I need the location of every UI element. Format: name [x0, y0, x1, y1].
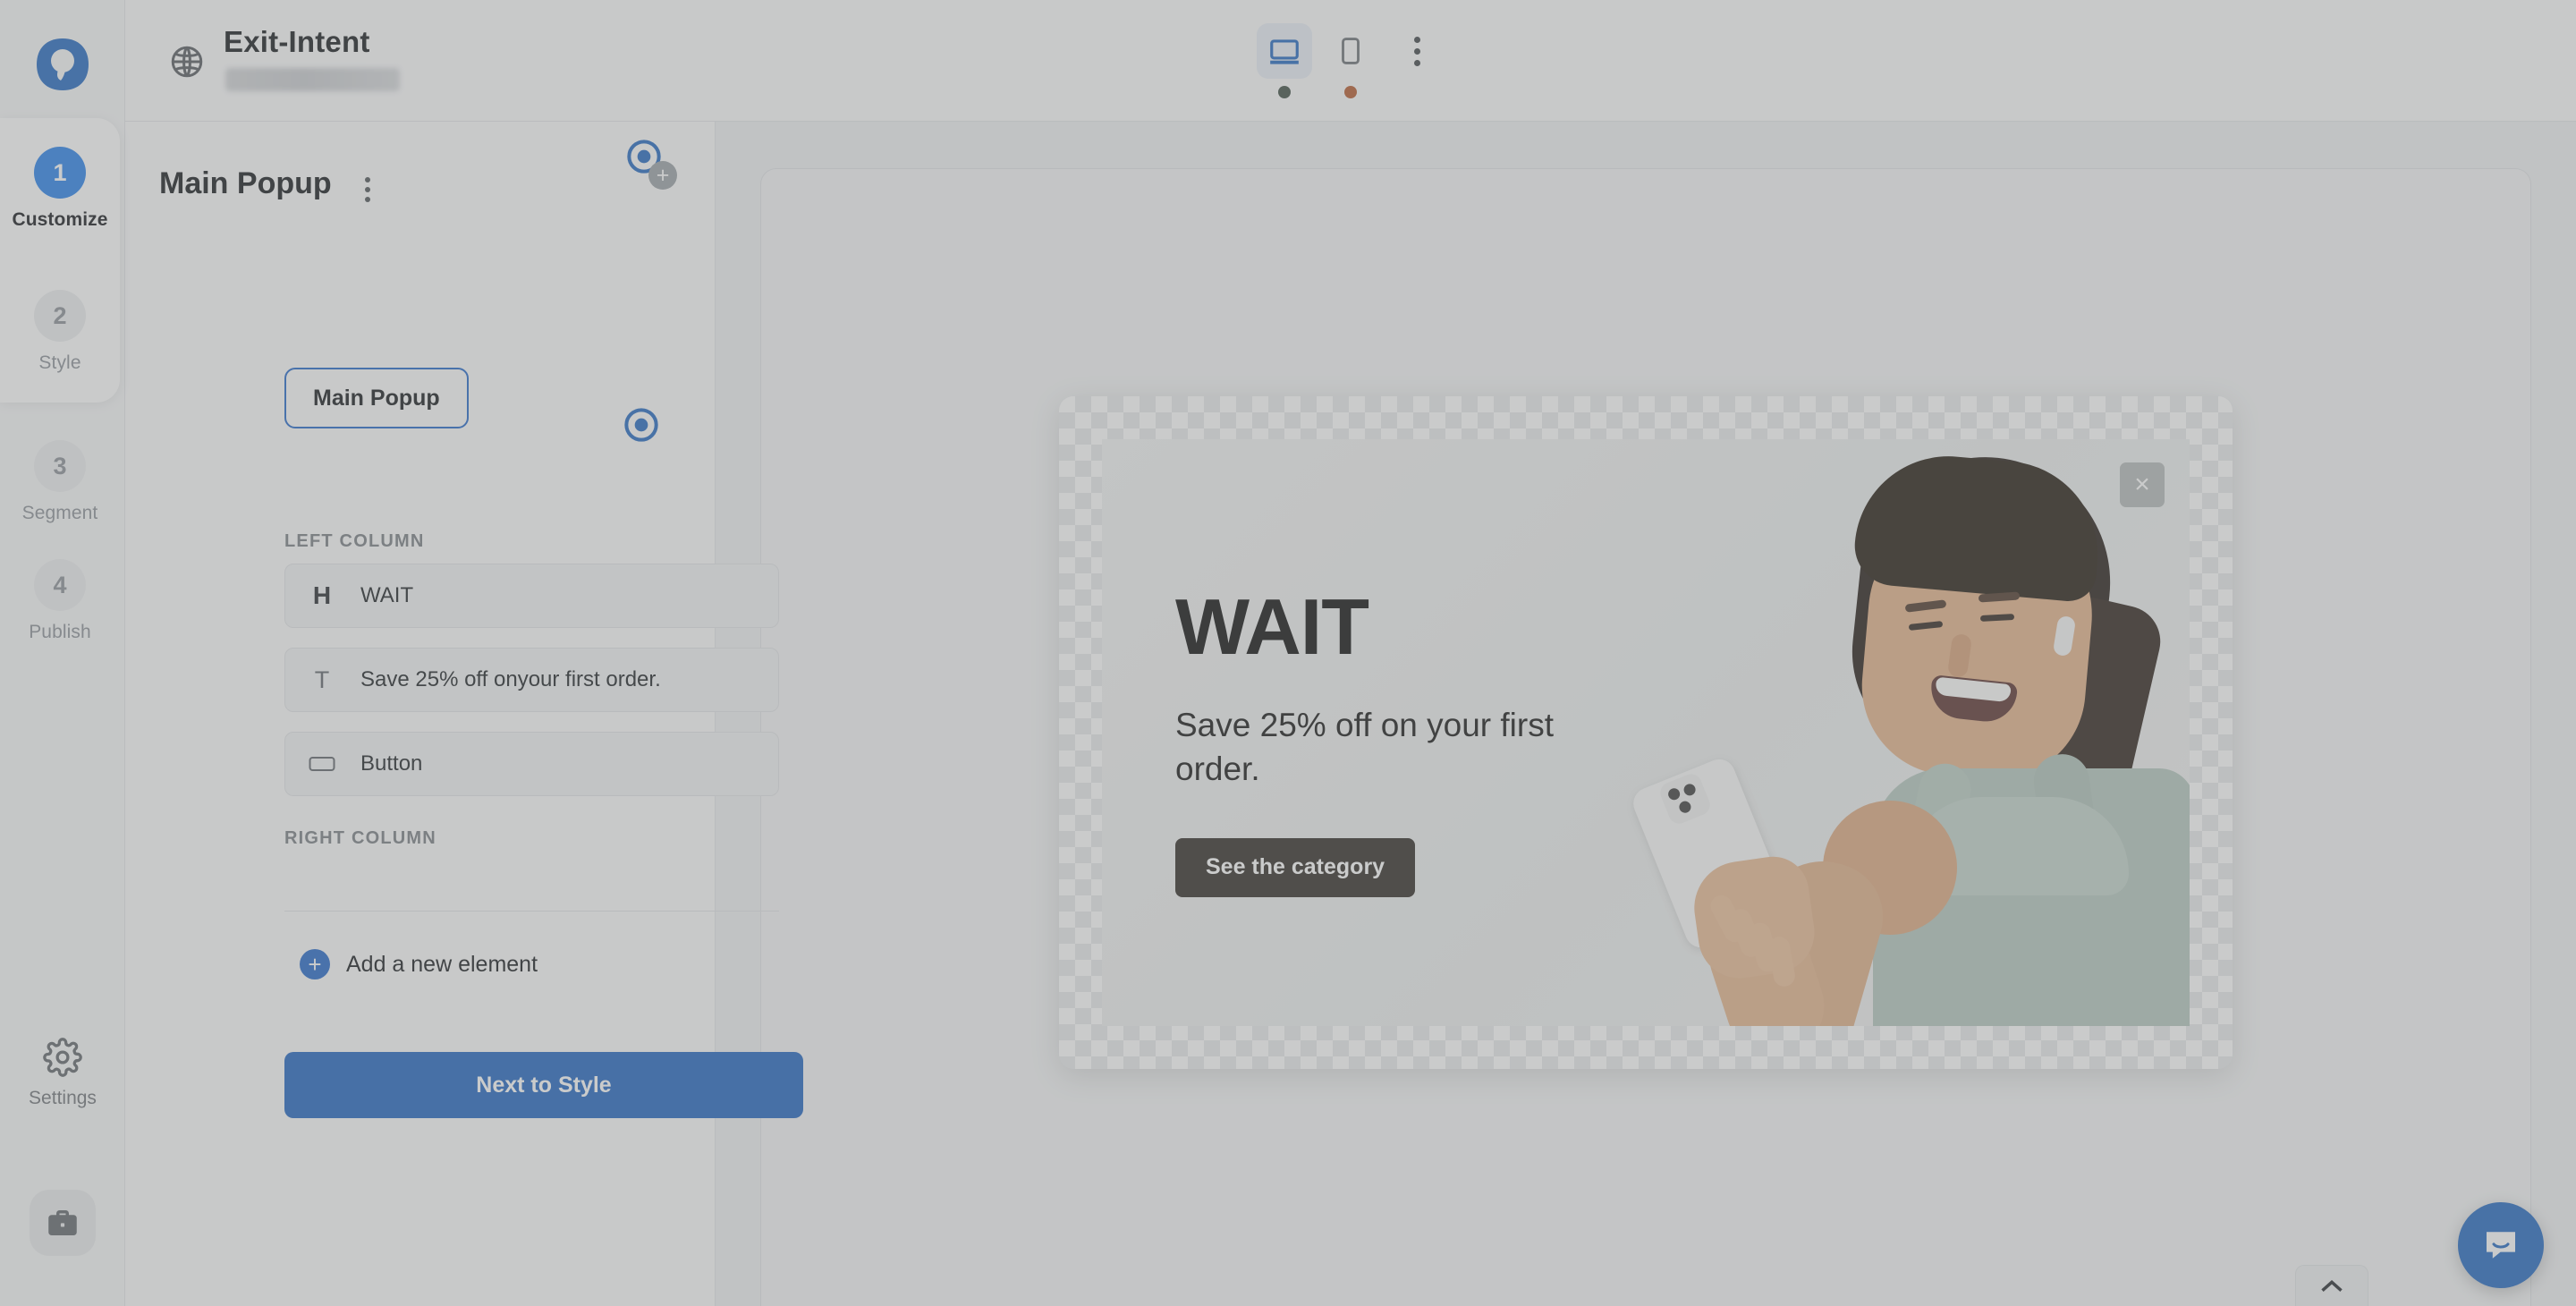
mobile-icon — [1342, 38, 1360, 64]
element-button[interactable]: Button — [284, 732, 779, 796]
element-label: Button — [360, 751, 423, 776]
kebab-dot — [1413, 47, 1420, 55]
chat-launcher-button[interactable] — [2458, 1202, 2544, 1288]
sidebar-item-settings[interactable]: Settings — [0, 1038, 125, 1109]
popup-heading[interactable]: WAIT — [1175, 588, 1605, 666]
left-rail: 1 Customize 2 Style 3 Segment 4 Publish … — [0, 0, 125, 1306]
step-number-badge: 2 — [34, 290, 86, 342]
popup-options-button[interactable] — [352, 174, 384, 206]
right-column-label: RIGHT COLUMN — [284, 828, 436, 848]
element-text-offer[interactable]: T Save 25% off onyour first order. — [284, 648, 779, 712]
desktop-icon — [1270, 39, 1299, 64]
logo-mark-icon — [37, 38, 89, 90]
text-icon: T — [314, 666, 330, 693]
button-icon — [307, 755, 337, 773]
popup-copy-block: WAIT Save 25% off on your first order. S… — [1175, 588, 1605, 897]
page-title: Main Popup — [159, 166, 332, 200]
element-heading-wait[interactable]: H WAIT — [284, 564, 779, 628]
editor-panel: Main Popup Main Popup LEFT COLUMN H WAIT… — [125, 122, 803, 1306]
kebab-dot — [1413, 36, 1420, 43]
optimonk-logo[interactable] — [30, 32, 95, 97]
more-options-button[interactable] — [1389, 23, 1445, 79]
popup-hero-image — [1617, 439, 2190, 1026]
expand-panel-button[interactable] — [2295, 1265, 2368, 1306]
campaign-domain-redacted — [225, 68, 400, 91]
mobile-status-dot — [1344, 86, 1357, 98]
next-to-style-button[interactable]: Next to Style — [284, 1052, 803, 1118]
add-element-label: Add a new element — [346, 951, 538, 977]
add-popup-button[interactable]: + — [648, 161, 677, 190]
hair-top-shape — [1851, 448, 2106, 604]
device-desktop-button[interactable] — [1257, 23, 1312, 98]
popup-preview-wrapper: × WAIT Save 25% off on your first order.… — [1059, 396, 2233, 1069]
step-style[interactable]: 2 Style — [0, 290, 120, 374]
step-label: Style — [38, 352, 81, 373]
chevron-up-icon — [2321, 1279, 2343, 1292]
globe-icon — [171, 46, 203, 78]
heading-icon: H — [312, 581, 332, 609]
kebab-dot — [1413, 59, 1420, 66]
target-icon — [624, 408, 658, 442]
device-preview-toolbar — [1257, 23, 1445, 98]
top-bar: Exit-Intent — [125, 0, 2576, 122]
step-number-badge: 4 — [34, 559, 86, 611]
app-root: 1 Customize 2 Style 3 Segment 4 Publish … — [0, 0, 2576, 1306]
kebab-dot — [365, 187, 370, 192]
desktop-status-dot — [1278, 86, 1291, 98]
step-label: Publish — [29, 622, 91, 642]
step-label: Segment — [21, 503, 98, 523]
step-number-badge: 3 — [34, 440, 86, 492]
step-number-badge: 1 — [34, 147, 86, 199]
popup-subtext[interactable]: Save 25% off on your first order. — [1175, 704, 1605, 792]
step-label: Customize — [12, 209, 108, 230]
popup-cta-button[interactable]: See the category — [1175, 837, 1416, 897]
briefcase-button[interactable] — [30, 1190, 96, 1256]
plus-icon: + — [300, 949, 330, 980]
briefcase-icon — [48, 1210, 77, 1235]
tab-main-popup[interactable]: Main Popup — [284, 368, 469, 428]
step-segment[interactable]: 3 Segment — [0, 440, 120, 524]
left-column-target-selector[interactable] — [623, 407, 659, 443]
left-column-label: LEFT COLUMN — [284, 531, 425, 551]
chat-bubble-icon — [2487, 1232, 2515, 1259]
popup-preview[interactable]: × WAIT Save 25% off on your first order.… — [1102, 439, 2190, 1026]
gear-icon — [43, 1038, 82, 1077]
settings-label: Settings — [29, 1088, 97, 1108]
kebab-dot — [365, 177, 370, 182]
step-customize[interactable]: 1 Customize — [0, 147, 120, 231]
campaign-title: Exit-Intent — [224, 25, 370, 58]
device-mobile-button[interactable] — [1323, 23, 1378, 98]
section-divider — [284, 911, 779, 912]
kebab-dot — [365, 197, 370, 202]
wizard-steps-card: 1 Customize 2 Style — [0, 118, 120, 403]
element-label: Save 25% off onyour first order. — [360, 667, 661, 691]
step-publish[interactable]: 4 Publish — [0, 559, 120, 643]
add-new-element-button[interactable]: + Add a new element — [300, 949, 538, 980]
close-icon[interactable]: × — [2120, 462, 2165, 507]
element-label: WAIT — [360, 583, 414, 607]
